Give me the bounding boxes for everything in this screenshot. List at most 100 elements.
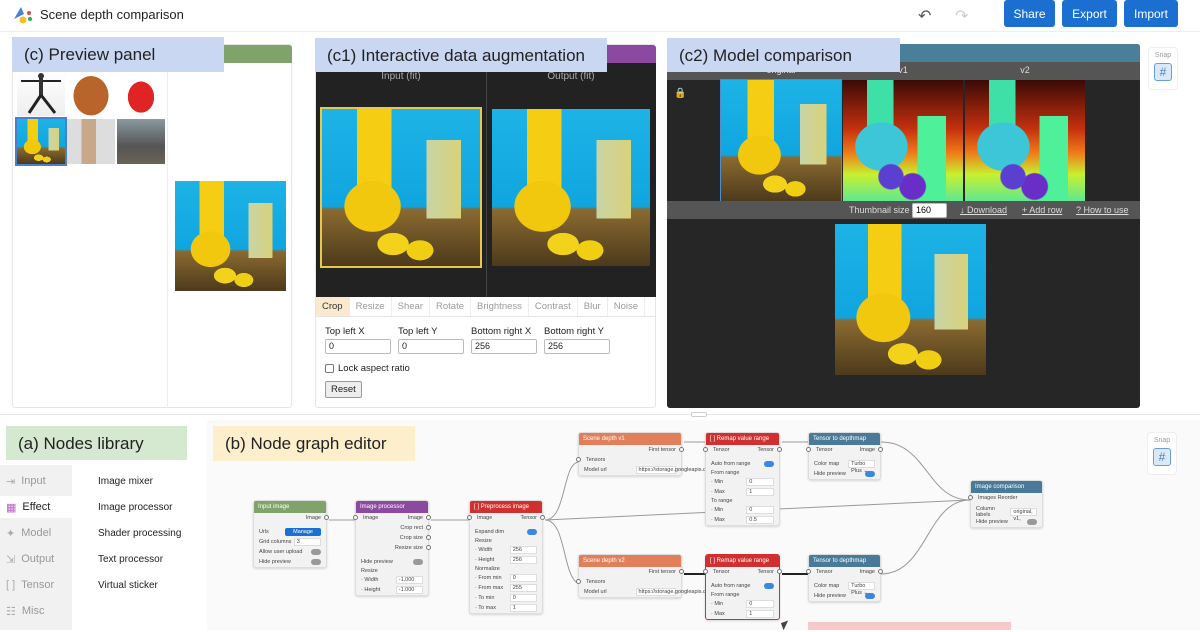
import-button[interactable]: Import: [1124, 0, 1178, 27]
toggle[interactable]: [865, 471, 875, 477]
thumbnail-elephant[interactable]: [117, 119, 165, 164]
tab-blur[interactable]: Blur: [578, 297, 608, 316]
output-port[interactable]: [777, 447, 782, 452]
input-port[interactable]: [467, 515, 472, 520]
category-model[interactable]: ✦ Model: [0, 527, 72, 540]
manage-button[interactable]: Manage: [285, 528, 321, 536]
node-header[interactable]: [ ] Remap value range: [706, 433, 779, 445]
row-input[interactable]: 1: [746, 488, 774, 496]
output-port[interactable]: [426, 515, 431, 520]
row-input[interactable]: 0: [746, 478, 774, 486]
thumbnail-yoga[interactable]: [17, 71, 65, 116]
output-port[interactable]: [540, 515, 545, 520]
lock-icon[interactable]: 🔒: [674, 88, 686, 99]
toggle[interactable]: [413, 559, 423, 565]
node-image-processor[interactable]: Image processor Image Image Crop rect Crop s…: [353, 500, 431, 596]
how-to-use-link[interactable]: ? How to use: [1076, 205, 1129, 215]
row-input[interactable]: -1.000: [395, 586, 423, 594]
toggle[interactable]: [311, 549, 321, 555]
node-header[interactable]: Scene depth v2: [579, 555, 681, 567]
add-row-link[interactable]: + Add row: [1022, 205, 1062, 215]
node-scene-depth-v1[interactable]: Scene depth v1 First tensor Tensors Model u…: [576, 432, 713, 476]
node-remap-value-range[interactable]: [ ] Remap value range Tensor Tensor Auto fr…: [703, 432, 782, 526]
thumbnail-man[interactable]: [67, 119, 115, 164]
field-input[interactable]: 0: [325, 339, 391, 354]
share-button[interactable]: Share: [1004, 0, 1055, 27]
output-port[interactable]: [878, 447, 883, 452]
thumbnail-dog[interactable]: [67, 71, 115, 116]
thumbnail-size-input[interactable]: 160: [912, 203, 947, 218]
library-item[interactable]: Text processor: [98, 554, 163, 565]
node-header[interactable]: [ ] Preprocess image: [470, 501, 542, 513]
tab-resize[interactable]: Resize: [350, 297, 392, 316]
category-tensor[interactable]: [ ] Tensor: [0, 579, 72, 591]
node-header[interactable]: Image processor: [356, 501, 428, 513]
toggle[interactable]: [1027, 519, 1037, 525]
row-input[interactable]: 3: [293, 538, 321, 546]
node-header[interactable]: Input image: [254, 501, 326, 513]
input-image-crop[interactable]: [320, 107, 482, 268]
toggle[interactable]: [527, 529, 537, 535]
category-output[interactable]: ⇲ Output: [0, 553, 72, 566]
category-input[interactable]: ⇥ Input: [0, 475, 72, 488]
node-image-comparison[interactable]: Image comparison Images Reorder Column lab…: [968, 480, 1043, 528]
output-port[interactable]: [777, 569, 782, 574]
node-header[interactable]: [ ] Remap value range: [706, 555, 779, 567]
snap-toggle-top[interactable]: Snap #: [1148, 47, 1178, 90]
tab-brightness[interactable]: Brightness: [471, 297, 529, 316]
snap-toggle-bottom[interactable]: Snap #: [1147, 432, 1177, 475]
row-input[interactable]: 0: [509, 594, 537, 602]
row-input[interactable]: -1.000: [395, 576, 423, 584]
splitter-handle[interactable]: [691, 412, 707, 417]
toggle[interactable]: [311, 559, 321, 565]
row-input[interactable]: 256: [509, 546, 537, 554]
node-header[interactable]: Image comparison: [971, 481, 1042, 493]
row-input[interactable]: 1: [746, 610, 774, 618]
library-item[interactable]: Image mixer: [98, 476, 153, 487]
row-input[interactable]: https://storage.googleapis.com: [635, 466, 713, 474]
toggle[interactable]: [764, 461, 774, 467]
tab-noise[interactable]: Noise: [608, 297, 645, 316]
field-input[interactable]: 256: [544, 339, 610, 354]
row-input[interactable]: 256: [509, 556, 537, 564]
row-input[interactable]: 0: [509, 574, 537, 582]
lock-aspect-ratio[interactable]: Lock aspect ratio: [325, 363, 410, 374]
node-tensor-to-depthmap[interactable]: Tensor to depthmap Tensor Image Color map Tu…: [806, 432, 883, 480]
node-header[interactable]: Scene depth v1: [579, 433, 681, 445]
library-item[interactable]: Shader processing: [98, 528, 181, 539]
row-input[interactable]: 0: [746, 506, 774, 514]
node-header[interactable]: Tensor to depthmap: [809, 433, 880, 445]
redo-icon[interactable]: ↷: [955, 6, 968, 26]
tab-crop[interactable]: Crop: [316, 297, 350, 316]
output-port[interactable]: [426, 545, 431, 550]
category-effect[interactable]: ▦ Effect: [0, 496, 72, 518]
undo-icon[interactable]: ↶: [918, 6, 931, 26]
library-item[interactable]: Virtual sticker: [98, 580, 158, 591]
input-port[interactable]: [576, 457, 581, 462]
node-remap-value-range[interactable]: [ ] Remap value range Tensor Tensor Auto fr…: [703, 554, 782, 620]
reset-button[interactable]: Reset: [325, 381, 362, 398]
field-input[interactable]: 0: [398, 339, 464, 354]
node-scene-depth-v2[interactable]: Scene depth v2 First tensor Tensors Model u…: [576, 554, 713, 598]
tab-contrast[interactable]: Contrast: [529, 297, 578, 316]
lock-checkbox[interactable]: [325, 364, 334, 373]
input-port[interactable]: [703, 447, 708, 452]
node-preprocess-image[interactable]: [ ] Preprocess image Image Tensor Expand di…: [467, 500, 545, 614]
node-input-image[interactable]: Input image Image Urls Manage Grid columns 3 A…: [253, 500, 329, 568]
category-misc[interactable]: ☷ Misc: [0, 605, 72, 618]
download-link[interactable]: ↓ Download: [960, 205, 1007, 215]
export-button[interactable]: Export: [1062, 0, 1117, 27]
input-port[interactable]: [806, 569, 811, 574]
row-input[interactable]: 255: [509, 584, 537, 592]
thumbnail-still-life[interactable]: [15, 117, 67, 166]
panel-splitter[interactable]: [167, 45, 168, 408]
row-input[interactable]: 1: [509, 604, 537, 612]
toggle[interactable]: [865, 593, 875, 599]
thumbnail-strawberry[interactable]: [117, 71, 165, 116]
row-input[interactable]: Turbo Plus ⌄: [848, 582, 875, 596]
field-input[interactable]: 256: [471, 339, 537, 354]
row-input[interactable]: Turbo Plus ⌄: [848, 460, 875, 474]
input-port[interactable]: [968, 495, 973, 500]
output-port[interactable]: [426, 535, 431, 540]
node-tensor-to-depthmap[interactable]: Tensor to depthmap Tensor Image Color map Tu…: [806, 554, 883, 602]
